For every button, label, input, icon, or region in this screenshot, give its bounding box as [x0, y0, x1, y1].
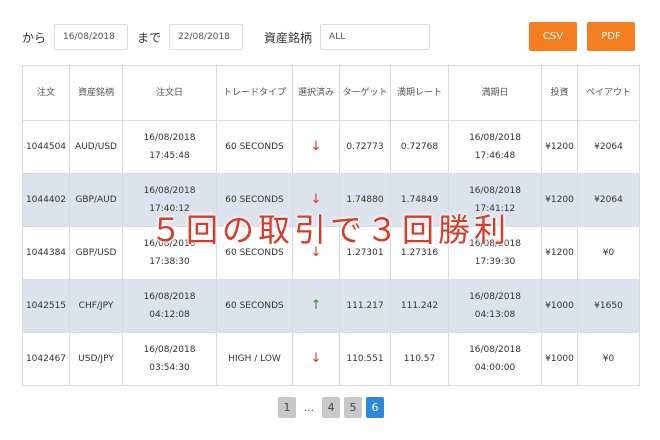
- trade-type: 60 SECONDS: [216, 226, 293, 280]
- col-expiry-rate: 満期レート: [390, 65, 449, 121]
- order-id: 1044384: [22, 226, 70, 280]
- target-rate: 110.551: [339, 332, 391, 386]
- payout: ¥0: [577, 332, 640, 386]
- col-target: ターゲット: [339, 65, 391, 121]
- pdf-button[interactable]: PDF: [587, 22, 635, 51]
- asset-input[interactable]: ALL: [320, 24, 431, 50]
- investment: ¥1000: [541, 332, 578, 386]
- order-date: 16/08/2018 17:45:48: [122, 120, 217, 174]
- asset-pair: CHF/JPY: [69, 279, 123, 333]
- pagination-ellipsis: ...: [303, 401, 315, 414]
- from-date-input[interactable]: 16/08/2018: [54, 24, 129, 50]
- table-row: 1044384 GBP/USD 16/08/2018 17:38:30 60 SE…: [22, 226, 640, 280]
- asset-pair: GBP/USD: [69, 226, 123, 280]
- arrow-down-icon: ↓: [292, 226, 340, 280]
- col-order-date: 注文日: [122, 65, 217, 121]
- order-date: 16/08/2018 03:54:30: [122, 332, 217, 386]
- expiry-date: 16/08/2018 04:13:08: [448, 279, 542, 333]
- asset-pair: GBP/AUD: [69, 173, 123, 227]
- order-date: 16/08/2018 04:12:08: [122, 279, 217, 333]
- target-rate: 1.74880: [339, 173, 391, 227]
- investment: ¥1200: [541, 120, 578, 174]
- payout: ¥0: [577, 226, 640, 280]
- order-date: 16/08/2018 17:38:30: [122, 226, 217, 280]
- table-row: 1042467 USD/JPY 16/08/2018 03:54:30 HIGH …: [22, 332, 640, 386]
- asset-pair: USD/JPY: [69, 332, 123, 386]
- trade-type: 60 SECONDS: [216, 120, 293, 174]
- col-asset: 資産銘柄: [69, 65, 123, 121]
- page-5-button[interactable]: 5: [344, 397, 362, 418]
- target-rate: 111.217: [339, 279, 391, 333]
- asset-label: 資産銘柄: [264, 30, 313, 45]
- order-id: 1042515: [22, 279, 70, 333]
- trade-type: 60 SECONDS: [216, 279, 293, 333]
- expiry-rate: 1.74849: [390, 173, 449, 227]
- expiry-date: 16/08/2018 17:46:48: [448, 120, 542, 174]
- col-selected: 選択済み: [292, 65, 340, 121]
- col-trade-type: トレードタイプ: [216, 65, 293, 121]
- table-row: 1044504 AUD/USD 16/08/2018 17:45:48 60 SE…: [22, 120, 640, 174]
- col-investment: 投資: [541, 65, 578, 121]
- trade-type: HIGH / LOW: [216, 332, 293, 386]
- investment: ¥1200: [541, 226, 578, 280]
- asset-pair: AUD/USD: [69, 120, 123, 174]
- expiry-date: 16/08/2018 17:41:12: [448, 173, 542, 227]
- col-expiry-date: 満期日: [448, 65, 542, 121]
- arrow-down-icon: ↓: [292, 173, 340, 227]
- table-header-row: 注文 資産銘柄 注文日 トレードタイプ 選択済み ターゲット 満期レート 満期日…: [22, 65, 640, 121]
- page-6-button-current[interactable]: 6: [366, 397, 384, 418]
- expiry-date: 16/08/2018 04:00:00: [448, 332, 542, 386]
- target-rate: 1.27301: [339, 226, 391, 280]
- table-row: 1042515 CHF/JPY 16/08/2018 04:12:08 60 SE…: [22, 279, 640, 333]
- from-label: から: [22, 30, 47, 45]
- expiry-date: 16/08/2018 17:39:30: [448, 226, 542, 280]
- trade-history-table: 注文 資産銘柄 注文日 トレードタイプ 選択済み ターゲット 満期レート 満期日…: [22, 65, 640, 386]
- page-1-button[interactable]: 1: [278, 397, 296, 418]
- expiry-rate: 110.57: [390, 332, 449, 386]
- col-order: 注文: [22, 65, 70, 121]
- order-id: 1044504: [22, 120, 70, 174]
- arrow-up-icon: ↑: [292, 279, 340, 333]
- arrow-down-icon: ↓: [292, 120, 340, 174]
- expiry-rate: 1.27316: [390, 226, 449, 280]
- payout: ¥2064: [577, 173, 640, 227]
- to-date-input[interactable]: 22/08/2018: [169, 24, 244, 50]
- investment: ¥1200: [541, 173, 578, 227]
- col-payout: ペイアウト: [577, 65, 640, 121]
- pagination: 1 ... 4 5 6: [278, 397, 384, 418]
- order-date: 16/08/2018 17:40:12: [122, 173, 217, 227]
- to-label: まで: [137, 30, 162, 45]
- table-row: 1044402 GBP/AUD 16/08/2018 17:40:12 60 SE…: [22, 173, 640, 227]
- csv-button[interactable]: CSV: [529, 22, 577, 51]
- payout: ¥2064: [577, 120, 640, 174]
- order-id: 1042467: [22, 332, 70, 386]
- order-id: 1044402: [22, 173, 70, 227]
- arrow-down-icon: ↓: [292, 332, 340, 386]
- payout: ¥1650: [577, 279, 640, 333]
- expiry-rate: 111.242: [390, 279, 449, 333]
- trade-type: 60 SECONDS: [216, 173, 293, 227]
- investment: ¥1000: [541, 279, 578, 333]
- target-rate: 0.72773: [339, 120, 391, 174]
- expiry-rate: 0.72768: [390, 120, 449, 174]
- page-4-button[interactable]: 4: [322, 397, 340, 418]
